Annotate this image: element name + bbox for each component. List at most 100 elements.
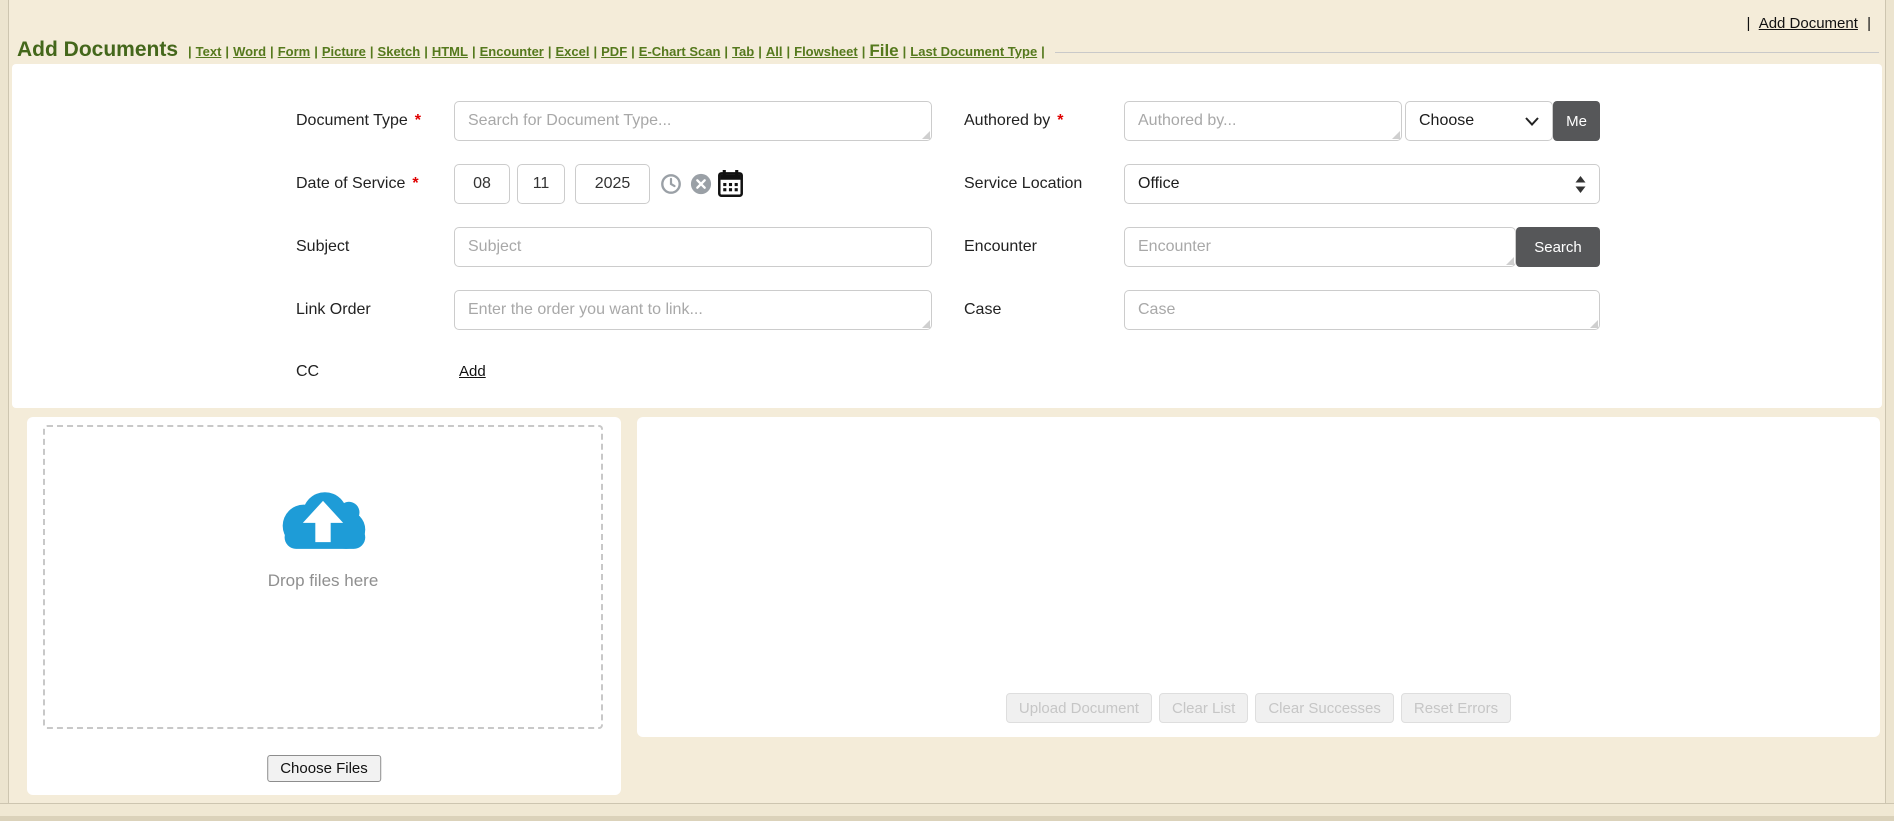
x-circle-icon	[690, 173, 712, 195]
cc-label: CC	[296, 352, 319, 392]
date-day-wrap	[517, 164, 565, 204]
document-type-input[interactable]	[454, 101, 932, 141]
header-link-excel[interactable]: Excel	[556, 44, 590, 59]
service-location-label: Service Location	[964, 164, 1082, 204]
separator: |	[370, 44, 374, 59]
clear-list-button[interactable]: Clear List	[1159, 693, 1248, 723]
required-asterisk: *	[1057, 112, 1063, 129]
link-order-field-wrap	[454, 290, 932, 330]
date-year-wrap	[575, 164, 650, 204]
date-day-input[interactable]	[517, 164, 565, 204]
header-link-text[interactable]: Text	[196, 44, 222, 59]
separator: |	[1867, 15, 1871, 32]
resize-handle[interactable]	[1506, 257, 1514, 265]
time-button[interactable]	[660, 173, 682, 195]
cloud-upload-icon	[275, 485, 371, 562]
header-link-form[interactable]: Form	[278, 44, 311, 59]
required-asterisk: *	[412, 175, 418, 192]
separator: |	[631, 44, 635, 59]
upload-document-button[interactable]: Upload Document	[1006, 693, 1152, 723]
separator: |	[548, 44, 552, 59]
page-title: Add Documents	[17, 38, 178, 62]
add-document-link[interactable]: Add Document	[1759, 15, 1858, 32]
separator: |	[314, 44, 318, 59]
required-asterisk: *	[415, 112, 421, 129]
separator: |	[270, 44, 274, 59]
authored-by-label: Authored by*	[964, 101, 1064, 141]
header-link-tab[interactable]: Tab	[732, 44, 754, 59]
subject-input[interactable]	[454, 227, 932, 267]
header: Add Documents | Text | Word | Form | Pic…	[17, 38, 1879, 62]
header-link-sketch[interactable]: Sketch	[378, 44, 421, 59]
calendar-icon	[718, 170, 743, 197]
upload-actions: Upload Document Clear List Clear Success…	[637, 693, 1880, 723]
separator: |	[225, 44, 229, 59]
separator: |	[424, 44, 428, 59]
file-drop-zone[interactable]: Drop files here	[43, 425, 603, 729]
separator: |	[594, 44, 598, 59]
subject-label: Subject	[296, 227, 349, 267]
separator: |	[1746, 15, 1750, 32]
separator: |	[758, 44, 762, 59]
service-location-select[interactable]: Office	[1124, 164, 1600, 204]
separator: |	[472, 44, 476, 59]
case-label: Case	[964, 290, 1001, 330]
up-down-arrows-icon	[1575, 176, 1586, 193]
date-month-wrap	[454, 164, 510, 204]
page: | Add Document | Add Documents | Text | …	[0, 0, 1894, 821]
separator: |	[903, 44, 907, 59]
right-window-edge	[1885, 0, 1894, 821]
me-button[interactable]: Me	[1553, 101, 1600, 141]
subject-field-wrap	[454, 227, 932, 267]
case-input[interactable]	[1124, 290, 1600, 330]
bottom-margin	[0, 804, 1894, 816]
resize-handle[interactable]	[922, 320, 930, 328]
left-window-edge	[0, 0, 9, 821]
header-link-html[interactable]: HTML	[432, 44, 468, 59]
date-year-input[interactable]	[575, 164, 650, 204]
authored-by-input[interactable]	[1124, 101, 1402, 141]
cc-add-link[interactable]: Add	[459, 352, 486, 392]
resize-handle[interactable]	[1392, 131, 1400, 139]
authored-by-field-wrap	[1124, 101, 1402, 141]
clear-successes-button[interactable]: Clear Successes	[1255, 693, 1394, 723]
separator: |	[786, 44, 790, 59]
resize-handle[interactable]	[1590, 320, 1598, 328]
choose-files-button[interactable]: Choose Files	[267, 755, 381, 782]
resize-handle[interactable]	[922, 131, 930, 139]
header-rule	[1055, 52, 1879, 53]
encounter-field-wrap	[1124, 227, 1516, 267]
upload-queue-panel: Upload Document Clear List Clear Success…	[637, 417, 1880, 737]
header-link-all[interactable]: All	[766, 44, 783, 59]
separator: |	[862, 44, 866, 59]
clock-icon	[660, 173, 682, 195]
authored-by-choose-select[interactable]: Choose	[1405, 101, 1553, 141]
header-link-picture[interactable]: Picture	[322, 44, 366, 59]
encounter-search-button[interactable]: Search	[1516, 227, 1600, 267]
encounter-input[interactable]	[1124, 227, 1516, 267]
header-link-file-active[interactable]: File	[869, 41, 898, 61]
encounter-label: Encounter	[964, 227, 1037, 267]
link-order-input[interactable]	[454, 290, 932, 330]
link-order-label: Link Order	[296, 290, 371, 330]
header-link-last-document-type[interactable]: Last Document Type	[910, 44, 1037, 59]
document-form-panel: Document Type* Authored by* Choose Me Da…	[12, 64, 1882, 408]
calendar-button[interactable]	[718, 170, 743, 197]
header-link-flowsheet[interactable]: Flowsheet	[794, 44, 858, 59]
bottom-window-edge	[0, 816, 1894, 821]
clear-date-button[interactable]	[690, 173, 712, 195]
date-month-input[interactable]	[454, 164, 510, 204]
separator: |	[724, 44, 728, 59]
header-link-pdf[interactable]: PDF	[601, 44, 627, 59]
reset-errors-button[interactable]: Reset Errors	[1401, 693, 1511, 723]
chevron-down-icon	[1525, 117, 1539, 126]
header-link-encounter[interactable]: Encounter	[480, 44, 544, 59]
file-upload-panel: Drop files here Choose Files	[27, 417, 621, 795]
date-of-service-label: Date of Service*	[296, 164, 419, 204]
document-type-field-wrap	[454, 101, 932, 141]
separator: |	[1041, 44, 1045, 59]
header-link-word[interactable]: Word	[233, 44, 266, 59]
header-link-echart-scan[interactable]: E-Chart Scan	[639, 44, 721, 59]
separator: |	[188, 44, 192, 59]
top-bar: | Add Document |	[1741, 15, 1876, 32]
